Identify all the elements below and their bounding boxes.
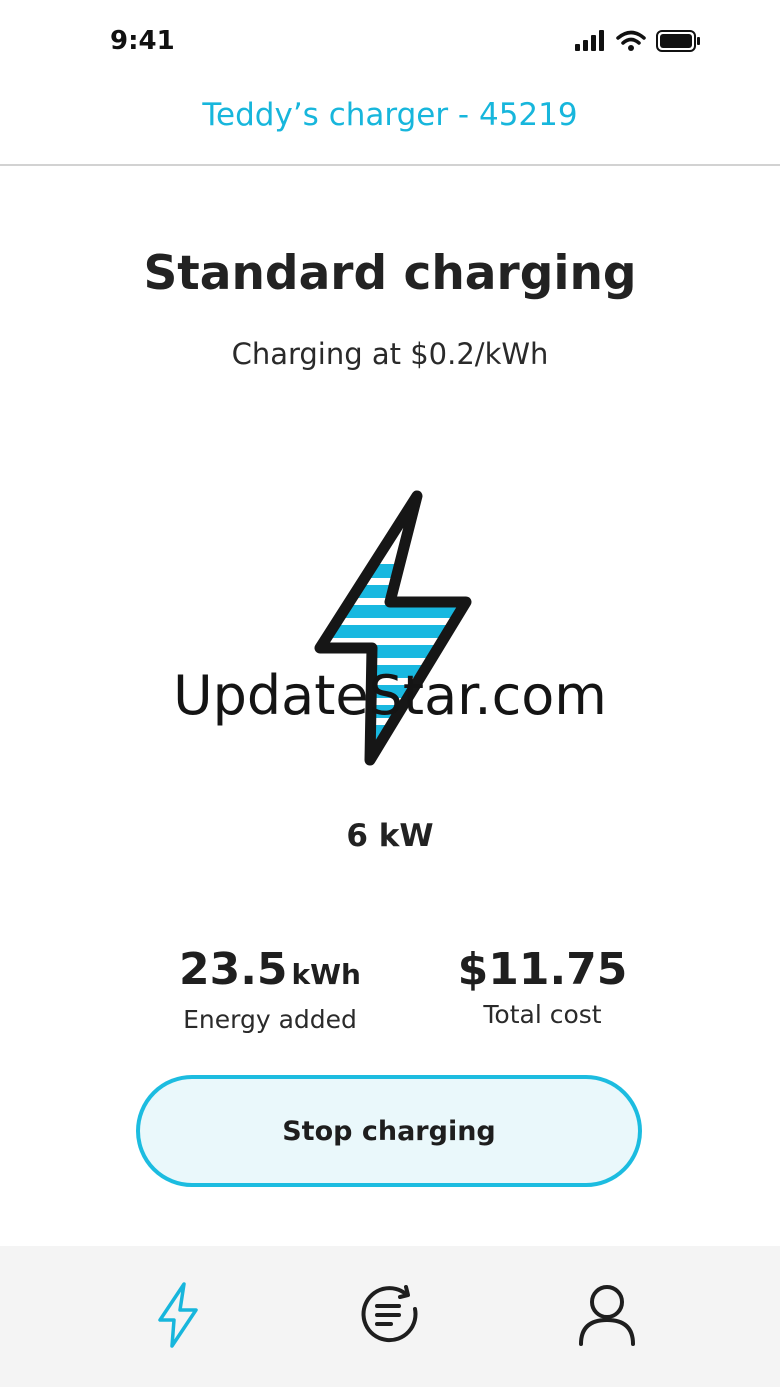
header: Teddy’s charger - 45219 bbox=[0, 84, 780, 166]
charger-title: Teddy’s charger - 45219 bbox=[202, 97, 578, 133]
energy-added-stat: 23.5 kWh Energy added bbox=[150, 942, 390, 1034]
status-bar: 9:41 bbox=[0, 0, 780, 84]
rate-subtitle: Charging at $0.2/kWh bbox=[231, 337, 549, 371]
cost-value: $11.75 bbox=[457, 944, 628, 995]
total-cost-stat: $11.75 Total cost bbox=[440, 942, 645, 1029]
tab-charging[interactable] bbox=[142, 1280, 212, 1350]
tab-history[interactable] bbox=[355, 1280, 425, 1350]
watermark-text: UpdateStar.com bbox=[173, 664, 607, 727]
energy-unit: kWh bbox=[291, 958, 361, 991]
tab-bar bbox=[0, 1246, 780, 1387]
profile-icon bbox=[579, 1285, 635, 1346]
lightning-bolt-icon bbox=[300, 486, 480, 772]
lightning-icon bbox=[158, 1282, 198, 1348]
history-icon bbox=[361, 1285, 418, 1343]
page-title: Standard charging bbox=[143, 246, 637, 301]
battery-icon bbox=[656, 30, 700, 52]
wifi-icon bbox=[616, 30, 646, 51]
signal-icon bbox=[575, 30, 604, 51]
energy-label: Energy added bbox=[183, 1005, 357, 1034]
energy-value-row: 23.5 kWh bbox=[150, 942, 390, 1003]
energy-value: 23.5 bbox=[178, 944, 288, 995]
tab-profile[interactable] bbox=[572, 1280, 642, 1350]
stop-charging-button[interactable]: Stop charging bbox=[136, 1075, 642, 1187]
status-icons bbox=[574, 30, 702, 52]
cost-label: Total cost bbox=[483, 1000, 602, 1029]
status-time: 9:41 bbox=[110, 26, 175, 56]
charging-screen: 9:41 Teddy’s charger - 45219 Standard ch… bbox=[0, 0, 780, 1387]
power-readout: 6 kW bbox=[346, 818, 434, 854]
stop-charging-label: Stop charging bbox=[282, 1115, 496, 1147]
